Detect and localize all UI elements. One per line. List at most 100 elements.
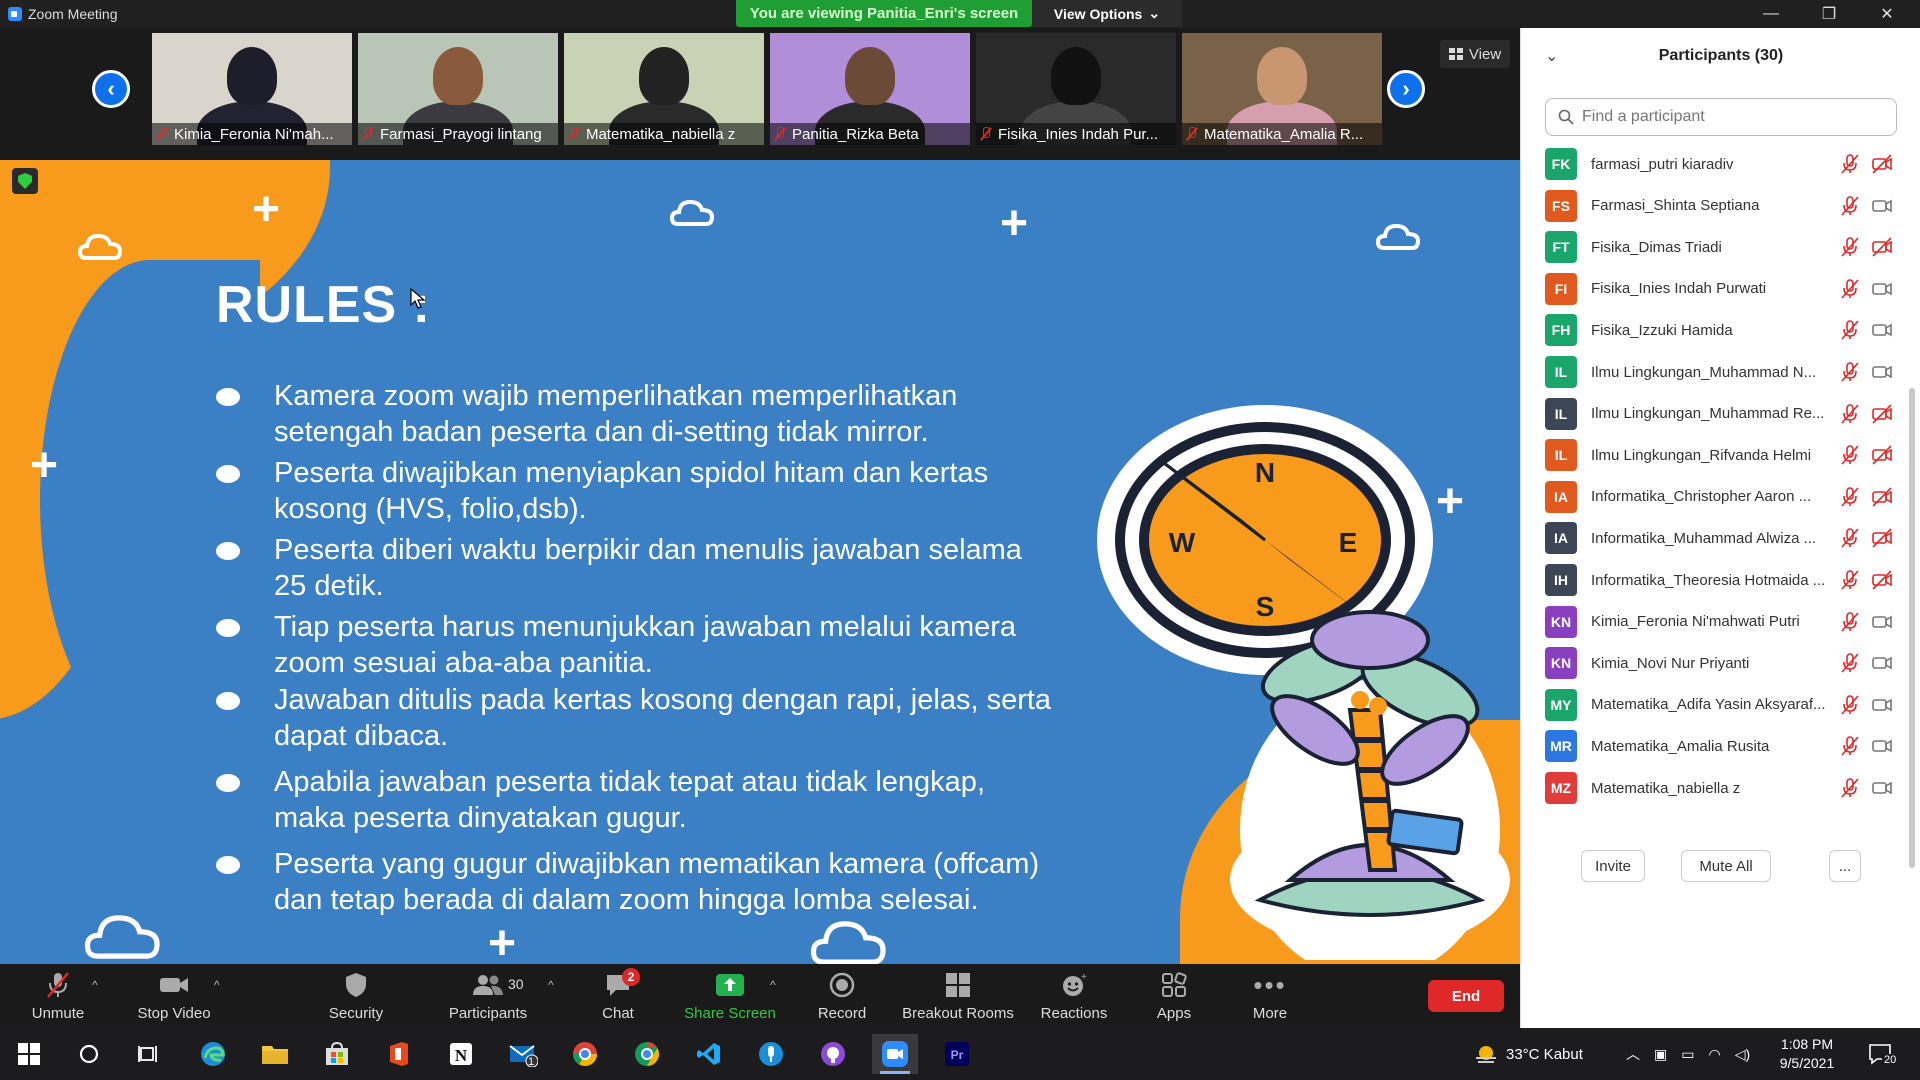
taskbar-vscode[interactable]	[686, 1034, 732, 1074]
video-camera-icon[interactable]	[1871, 611, 1893, 633]
chevron-up-icon[interactable]: ︿	[1626, 1044, 1640, 1064]
video-off-icon[interactable]	[1871, 153, 1893, 175]
video-off-icon[interactable]	[1871, 236, 1893, 258]
microphone-muted-icon[interactable]	[1839, 319, 1861, 341]
microphone-muted-icon[interactable]	[1839, 236, 1861, 258]
taskbar-notion[interactable]: N	[438, 1034, 484, 1074]
next-page-button[interactable]: ›	[1387, 70, 1425, 108]
video-camera-icon[interactable]	[1871, 735, 1893, 757]
video-camera-icon[interactable]	[1871, 652, 1893, 674]
more-button[interactable]: ••• More	[1244, 964, 1296, 1028]
apps-button[interactable]: Apps	[1148, 964, 1200, 1028]
invite-button[interactable]: Invite	[1581, 850, 1645, 882]
microphone-muted-icon[interactable]	[1839, 694, 1861, 716]
participant-search[interactable]	[1545, 98, 1897, 136]
share-screen-button[interactable]: Share Screen	[682, 964, 778, 1028]
taskbar-mail[interactable]: 1	[500, 1034, 546, 1074]
participant-list-scrollbar[interactable]	[1909, 388, 1915, 868]
participant-row[interactable]: IL Ilmu Lingkungan_Muhammad Re...	[1545, 394, 1905, 434]
start-button[interactable]	[6, 1034, 52, 1074]
microphone-muted-icon[interactable]	[1839, 569, 1861, 591]
participant-video-tile[interactable]: Fisika_Inies Indah Pur...	[976, 33, 1176, 145]
microphone-muted-icon[interactable]	[1839, 611, 1861, 633]
taskbar-chrome-profile[interactable]	[562, 1034, 608, 1074]
participant-video-tile[interactable]: Matematika_Amalia R...	[1182, 33, 1382, 145]
video-off-icon[interactable]	[1871, 444, 1893, 466]
microphone-muted-icon[interactable]	[1839, 361, 1861, 383]
security-button[interactable]: Security	[316, 964, 396, 1028]
participant-row[interactable]: IA Informatika_Muhammad Alwiza ...	[1545, 518, 1905, 558]
more-options-button[interactable]: ...	[1829, 850, 1861, 882]
participant-row[interactable]: KN Kimia_Novi Nur Priyanti	[1545, 643, 1905, 683]
participants-options-caret-icon[interactable]: ^	[548, 978, 554, 992]
taskbar-edge[interactable]	[190, 1034, 236, 1074]
participant-row[interactable]: MZ Matematika_nabiella z	[1545, 768, 1905, 808]
participant-row[interactable]: MY Matematika_Adifa Yasin Aksyaraf...	[1545, 685, 1905, 725]
taskbar-file-explorer[interactable]	[252, 1034, 298, 1074]
video-camera-icon[interactable]	[1871, 361, 1893, 383]
participant-video-tile[interactable]: Panitia_Rizka Beta	[770, 33, 970, 145]
share-options-caret-icon[interactable]: ^	[770, 978, 776, 992]
microphone-muted-icon[interactable]	[1839, 195, 1861, 217]
participant-row[interactable]: FS Farmasi_Shinta Septiana	[1545, 186, 1905, 226]
microphone-muted-icon[interactable]	[1839, 444, 1861, 466]
participant-video-tile[interactable]: Farmasi_Prayogi lintang	[358, 33, 558, 145]
microphone-muted-icon[interactable]	[1839, 153, 1861, 175]
view-options-button[interactable]: View Options ⌄	[1032, 0, 1182, 27]
video-off-icon[interactable]	[1871, 527, 1893, 549]
taskbar-office[interactable]	[376, 1034, 422, 1074]
taskbar-chrome[interactable]	[624, 1034, 670, 1074]
restore-button[interactable]: ❐	[1800, 0, 1858, 28]
task-view-button[interactable]	[126, 1034, 172, 1074]
microphone-muted-icon[interactable]	[1839, 777, 1861, 799]
video-camera-icon[interactable]	[1871, 319, 1893, 341]
video-camera-icon[interactable]	[1871, 694, 1893, 716]
participant-row[interactable]: FI Fisika_Inies Indah Purwati	[1545, 269, 1905, 309]
meet-now-icon[interactable]: ▣	[1654, 1046, 1667, 1063]
wifi-icon[interactable]: ◠	[1708, 1046, 1720, 1063]
taskbar-github[interactable]	[810, 1034, 856, 1074]
record-button[interactable]: Record	[812, 964, 872, 1028]
microphone-muted-icon[interactable]	[1839, 486, 1861, 508]
participant-video-tile[interactable]: Matematika_nabiella z	[564, 33, 764, 145]
microphone-muted-icon[interactable]	[1839, 735, 1861, 757]
unmute-button[interactable]: Unmute	[20, 964, 96, 1028]
participant-row[interactable]: FK farmasi_putri kiaradiv	[1545, 144, 1905, 184]
participant-row[interactable]: FT Fisika_Dimas Triadi	[1545, 227, 1905, 267]
clock[interactable]: 1:08 PM 9/5/2021	[1762, 1028, 1852, 1080]
stop-video-button[interactable]: Stop Video	[130, 964, 218, 1028]
microphone-muted-icon[interactable]	[1839, 652, 1861, 674]
video-camera-icon[interactable]	[1871, 278, 1893, 300]
video-off-icon[interactable]	[1871, 486, 1893, 508]
participant-row[interactable]: IH Informatika_Theoresia Hotmaida ...	[1545, 560, 1905, 600]
close-button[interactable]: ✕	[1858, 0, 1916, 28]
taskbar-premiere[interactable]: Pr	[934, 1034, 980, 1074]
participant-search-input[interactable]	[1582, 108, 1872, 126]
microphone-muted-icon[interactable]	[1839, 527, 1861, 549]
minimize-button[interactable]: —	[1742, 0, 1800, 28]
microphone-muted-icon[interactable]	[1839, 403, 1861, 425]
gallery-view-button[interactable]: View	[1440, 40, 1510, 68]
taskbar-voice-app[interactable]	[748, 1034, 794, 1074]
participant-row[interactable]: KN Kimia_Feronia Ni'mahwati Putri	[1545, 602, 1905, 642]
participant-row[interactable]: IL Ilmu Lingkungan_Rifvanda Helmi	[1545, 435, 1905, 475]
video-camera-icon[interactable]	[1871, 777, 1893, 799]
participant-row[interactable]: MR Matematika_Amalia Rusita	[1545, 726, 1905, 766]
audio-options-caret-icon[interactable]: ^	[92, 978, 98, 992]
previous-page-button[interactable]: ‹	[92, 70, 130, 108]
reactions-button[interactable]: + Reactions	[1034, 964, 1114, 1028]
participant-video-tile[interactable]: Kimia_Feronia Ni'mah...	[152, 33, 352, 145]
participants-button[interactable]: Participants	[440, 964, 536, 1028]
video-off-icon[interactable]	[1871, 569, 1893, 591]
video-options-caret-icon[interactable]: ^	[214, 978, 220, 992]
participant-row[interactable]: FH Fisika_Izzuki Hamida	[1545, 310, 1905, 350]
participant-row[interactable]: IL Ilmu Lingkungan_Muhammad N...	[1545, 352, 1905, 392]
notification-center-button[interactable]: 20	[1868, 1028, 1899, 1080]
breakout-rooms-button[interactable]: Breakout Rooms	[898, 964, 1018, 1028]
search-taskbar-button[interactable]	[66, 1034, 112, 1074]
video-off-icon[interactable]	[1871, 403, 1893, 425]
mute-all-button[interactable]: Mute All	[1681, 850, 1771, 882]
taskbar-zoom[interactable]	[872, 1034, 918, 1074]
encryption-shield-icon[interactable]	[12, 168, 38, 194]
battery-icon[interactable]: ▭	[1681, 1046, 1694, 1063]
